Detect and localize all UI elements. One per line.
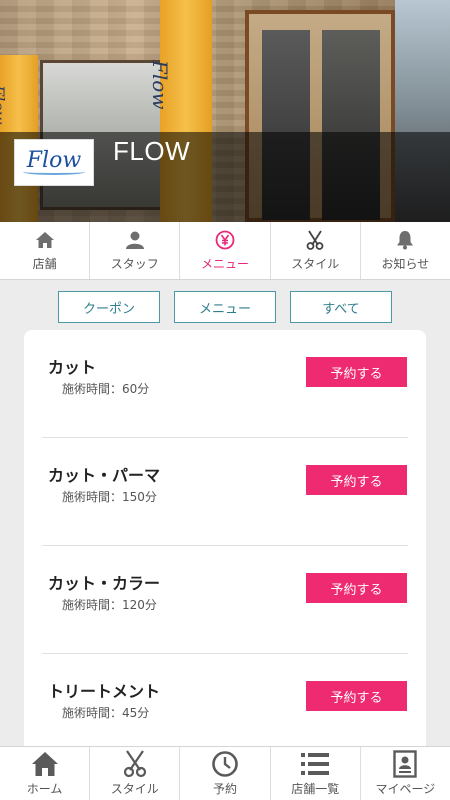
nav-label: 店舗一覧	[291, 782, 340, 796]
menu-item-duration: 施術時間：150分	[62, 490, 157, 504]
menu-list-card: カット 施術時間：60分 予約する カット・パーマ 施術時間：150分 予約する…	[24, 330, 426, 760]
list-item: トリートメント 施術時間：45分 予約する	[42, 654, 408, 760]
bottom-nav: ホーム スタイル 予約 店舗一覧 マイページ	[0, 746, 450, 800]
logo-wave	[23, 169, 85, 175]
home-icon	[31, 750, 59, 778]
menu-item-duration: 施術時間：45分	[62, 706, 150, 720]
tab-label: 店舗	[32, 257, 57, 271]
id-card-icon	[393, 750, 418, 778]
tab-label: メニュー	[201, 257, 250, 271]
nav-label: 予約	[213, 782, 238, 796]
filter-bar: クーポン メニュー すべて	[0, 291, 450, 325]
book-button[interactable]: 予約する	[306, 357, 407, 387]
nav-label: ホーム	[26, 782, 63, 796]
header-hero: Flow Flow Flow FLOW	[0, 0, 450, 222]
scissors-icon	[305, 229, 325, 251]
shop-name: FLOW	[113, 136, 191, 166]
nav-label: マイページ	[375, 782, 436, 796]
nav-label: スタイル	[110, 782, 159, 796]
scissors-icon	[122, 750, 148, 778]
nav-reservation[interactable]: 予約	[180, 747, 271, 800]
tab-store[interactable]: 店舗	[0, 222, 91, 279]
list-item: カット 施術時間：60分 予約する	[42, 330, 408, 438]
book-button[interactable]: 予約する	[306, 681, 407, 711]
filter-coupon-button[interactable]: クーポン	[58, 291, 160, 323]
filter-all-button[interactable]: すべて	[290, 291, 392, 323]
shop-logo: Flow	[14, 139, 94, 186]
tab-label: お知らせ	[381, 257, 430, 271]
tab-menu[interactable]: メニュー	[180, 222, 271, 279]
tab-style[interactable]: スタイル	[271, 222, 361, 279]
yen-icon	[215, 229, 235, 251]
list-icon	[300, 750, 330, 778]
menu-item-name: トリートメント	[48, 682, 161, 701]
nav-home[interactable]: ホーム	[0, 747, 91, 800]
bell-icon	[395, 229, 415, 251]
top-tabs: 店舗 スタッフ メニュー スタイル お知らせ	[0, 222, 450, 280]
menu-item-duration: 施術時間：120分	[62, 598, 157, 612]
filter-menu-button[interactable]: メニュー	[174, 291, 276, 323]
menu-item-name: カット・カラー	[48, 574, 161, 593]
nav-store-list[interactable]: 店舗一覧	[271, 747, 361, 800]
menu-item-duration: 施術時間：60分	[62, 382, 150, 396]
menu-item-name: カット・パーマ	[48, 466, 161, 485]
person-icon	[125, 229, 145, 251]
tab-label: スタイル	[291, 257, 340, 271]
nav-mypage[interactable]: マイページ	[361, 747, 450, 800]
clock-icon	[211, 750, 239, 778]
list-item: カット・カラー 施術時間：120分 予約する	[42, 546, 408, 654]
menu-item-name: カット	[48, 358, 97, 377]
home-icon	[35, 229, 55, 251]
tab-label: スタッフ	[110, 257, 159, 271]
list-item: カット・パーマ 施術時間：150分 予約する	[42, 438, 408, 546]
tab-staff[interactable]: スタッフ	[90, 222, 181, 279]
book-button[interactable]: 予約する	[306, 573, 407, 603]
nav-style[interactable]: スタイル	[90, 747, 181, 800]
tab-news[interactable]: お知らせ	[361, 222, 450, 279]
book-button[interactable]: 予約する	[306, 465, 407, 495]
